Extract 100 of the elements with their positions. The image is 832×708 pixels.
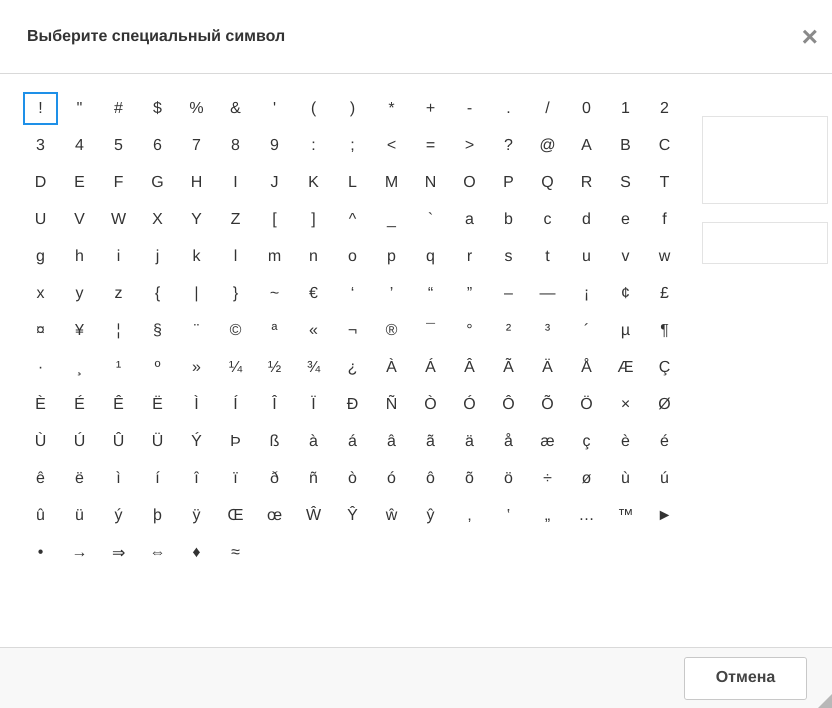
character-cell[interactable]: ½ (257, 351, 292, 384)
character-cell[interactable]: À (374, 351, 409, 384)
character-cell[interactable]: € (296, 277, 331, 310)
character-cell[interactable]: % (179, 92, 214, 125)
character-cell[interactable]: ë (62, 462, 97, 495)
character-cell[interactable]: ª (257, 314, 292, 347)
character-cell[interactable]: ü (62, 499, 97, 532)
character-cell[interactable]: — (530, 277, 565, 310)
character-cell[interactable]: ¾ (296, 351, 331, 384)
character-cell[interactable]: Â (452, 351, 487, 384)
character-cell[interactable]: L (335, 166, 370, 199)
character-cell[interactable]: → (62, 536, 97, 569)
character-cell[interactable]: ÿ (179, 499, 214, 532)
character-cell[interactable]: { (140, 277, 175, 310)
character-cell[interactable]: Í (218, 388, 253, 421)
character-cell[interactable]: m (257, 240, 292, 273)
character-cell[interactable]: + (413, 92, 448, 125)
character-cell[interactable]: ¥ (62, 314, 97, 347)
character-cell[interactable]: Ö (569, 388, 604, 421)
character-cell[interactable]: Ç (647, 351, 682, 384)
character-cell[interactable]: È (23, 388, 58, 421)
character-cell[interactable]: ð (257, 462, 292, 495)
character-cell[interactable]: w (647, 240, 682, 273)
character-cell[interactable]: O (452, 166, 487, 199)
character-cell[interactable]: ' (257, 92, 292, 125)
character-cell[interactable]: è (608, 425, 643, 458)
character-cell[interactable]: S (608, 166, 643, 199)
character-cell[interactable]: „ (530, 499, 565, 532)
character-cell[interactable]: ’ (374, 277, 409, 310)
character-cell[interactable]: ° (452, 314, 487, 347)
character-cell[interactable]: ñ (296, 462, 331, 495)
character-cell[interactable]: ¬ (335, 314, 370, 347)
character-cell[interactable]: ‛ (491, 499, 526, 532)
character-cell[interactable]: ŵ (374, 499, 409, 532)
character-cell[interactable]: ¶ (647, 314, 682, 347)
character-cell[interactable]: ¦ (101, 314, 136, 347)
character-cell[interactable]: Z (218, 203, 253, 236)
character-cell[interactable]: • (23, 536, 58, 569)
cancel-button[interactable]: Отмена (684, 656, 807, 700)
character-cell[interactable]: ó (374, 462, 409, 495)
character-cell[interactable]: 0 (569, 92, 604, 125)
character-cell[interactable]: í (140, 462, 175, 495)
character-cell[interactable]: / (530, 92, 565, 125)
character-cell[interactable]: µ (608, 314, 643, 347)
character-cell[interactable]: Ú (62, 425, 97, 458)
character-cell[interactable]: s (491, 240, 526, 273)
character-cell[interactable]: » (179, 351, 214, 384)
character-cell[interactable]: E (62, 166, 97, 199)
character-cell[interactable]: B (608, 129, 643, 162)
character-cell[interactable]: û (23, 499, 58, 532)
character-cell[interactable]: à (296, 425, 331, 458)
character-cell[interactable]: < (374, 129, 409, 162)
character-cell[interactable]: ] (296, 203, 331, 236)
character-cell[interactable]: M (374, 166, 409, 199)
character-cell[interactable]: ¿ (335, 351, 370, 384)
character-cell[interactable]: É (62, 388, 97, 421)
character-cell[interactable]: $ (140, 92, 175, 125)
character-cell[interactable]: Ŷ (335, 499, 370, 532)
character-cell[interactable]: ⇔ (140, 536, 175, 569)
character-cell[interactable]: â (374, 425, 409, 458)
character-cell[interactable]: o (335, 240, 370, 273)
character-cell[interactable]: I (218, 166, 253, 199)
character-cell[interactable]: œ (257, 499, 292, 532)
character-cell[interactable]: § (140, 314, 175, 347)
character-cell[interactable]: ; (335, 129, 370, 162)
character-cell[interactable]: a (452, 203, 487, 236)
character-cell[interactable]: 5 (101, 129, 136, 162)
character-cell[interactable]: t (530, 240, 565, 273)
character-cell[interactable]: þ (140, 499, 175, 532)
character-cell[interactable]: Q (530, 166, 565, 199)
character-cell[interactable]: b (491, 203, 526, 236)
character-cell[interactable]: ù (608, 462, 643, 495)
character-cell[interactable]: V (62, 203, 97, 236)
character-cell[interactable]: æ (530, 425, 565, 458)
character-cell[interactable]: Ó (452, 388, 487, 421)
character-cell[interactable]: ) (335, 92, 370, 125)
character-cell[interactable]: T (647, 166, 682, 199)
character-cell[interactable]: J (257, 166, 292, 199)
character-cell[interactable]: õ (452, 462, 487, 495)
character-cell[interactable]: £ (647, 277, 682, 310)
character-cell[interactable]: ⇒ (101, 536, 136, 569)
character-cell[interactable]: Ñ (374, 388, 409, 421)
character-cell[interactable]: ¢ (608, 277, 643, 310)
character-cell[interactable]: ≈ (218, 536, 253, 569)
character-cell[interactable]: ¸ (62, 351, 97, 384)
character-cell[interactable]: j (140, 240, 175, 273)
character-cell[interactable]: Ø (647, 388, 682, 421)
character-cell[interactable]: Y (179, 203, 214, 236)
character-cell[interactable]: r (452, 240, 487, 273)
character-cell[interactable]: º (140, 351, 175, 384)
character-cell[interactable]: á (335, 425, 370, 458)
character-cell[interactable]: ^ (335, 203, 370, 236)
character-cell[interactable]: ¡ (569, 277, 604, 310)
character-cell[interactable]: } (218, 277, 253, 310)
character-cell[interactable]: ì (101, 462, 136, 495)
character-cell[interactable]: p (374, 240, 409, 273)
character-cell[interactable]: Ì (179, 388, 214, 421)
character-cell[interactable]: Ä (530, 351, 565, 384)
character-cell[interactable]: ý (101, 499, 136, 532)
character-cell[interactable]: ‘ (335, 277, 370, 310)
